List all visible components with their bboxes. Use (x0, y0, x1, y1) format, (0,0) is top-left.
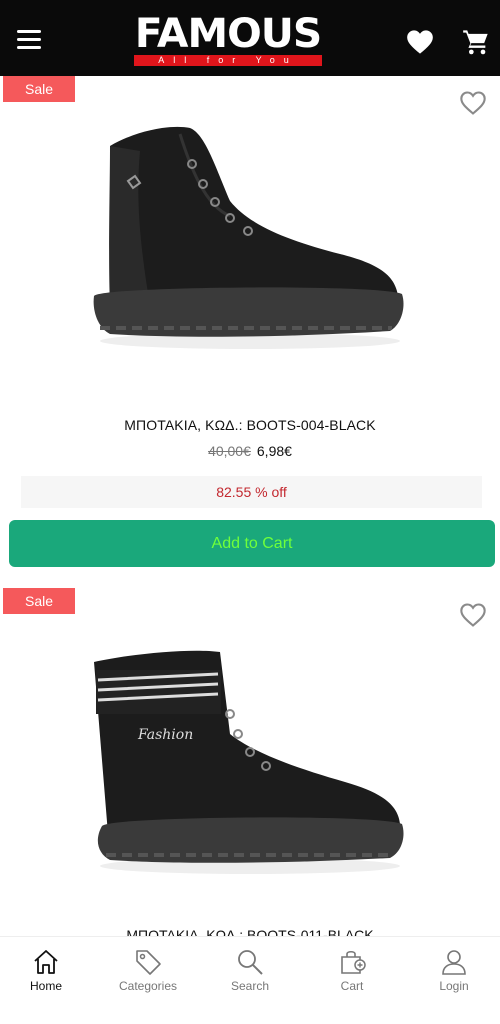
nav-label: Login (414, 979, 494, 993)
nav-label: Cart (312, 979, 392, 993)
product-card: Sale Fashion (0, 588, 500, 936)
brand-logo[interactable]: FAMOUS All for You (134, 14, 322, 68)
heart-icon[interactable] (406, 29, 434, 55)
add-to-cart-button[interactable]: Add to Cart (9, 520, 495, 567)
sale-badge: Sale (3, 588, 75, 614)
product-image-boot[interactable] (80, 106, 420, 406)
home-icon (31, 947, 61, 977)
shopping-cart-icon[interactable] (462, 28, 490, 56)
search-icon (235, 947, 265, 977)
nav-label: Home (6, 979, 86, 993)
nav-label: Search (210, 979, 290, 993)
nav-cart[interactable]: Cart (312, 947, 392, 993)
product-image-boot[interactable]: Fashion (80, 644, 420, 914)
nav-label: Categories (108, 979, 188, 993)
product-title[interactable]: ΜΠΟΤΑΚΙΑ, ΚΩΔ.: BOOTS-011-BLACK (0, 928, 500, 936)
brand-name: FAMOUS (132, 14, 324, 54)
boot-brand-print: Fashion (137, 727, 193, 743)
discount-label: 82.55 % off (21, 476, 482, 508)
nav-search[interactable]: Search (210, 947, 290, 993)
product-title[interactable]: ΜΠΟΤΑΚΙΑ, ΚΩΔ.: BOOTS-004-BLACK (0, 417, 500, 433)
current-price: 6,98€ (257, 443, 292, 459)
price-row: 40,00€ 6,98€ (0, 443, 500, 459)
user-icon (439, 947, 469, 977)
app-header: FAMOUS All for You (0, 0, 500, 76)
bottom-navigation: Home Categories Search Cart Login (0, 936, 500, 1024)
product-card: Sale ΜΠΟΤΑΚΙΑ, ΚΩΔ.: BOOTS-004-BLACK 40,… (0, 76, 500, 576)
sale-badge: Sale (3, 76, 75, 102)
nav-categories[interactable]: Categories (108, 947, 188, 993)
hamburger-menu-icon[interactable] (17, 30, 41, 50)
wishlist-heart-icon[interactable] (459, 602, 487, 628)
nav-home[interactable]: Home (6, 947, 86, 993)
old-price: 40,00€ (208, 443, 251, 459)
nav-login[interactable]: Login (414, 947, 494, 993)
wishlist-heart-icon[interactable] (459, 90, 487, 116)
tag-icon (133, 947, 163, 977)
cart-bag-icon (337, 947, 367, 977)
